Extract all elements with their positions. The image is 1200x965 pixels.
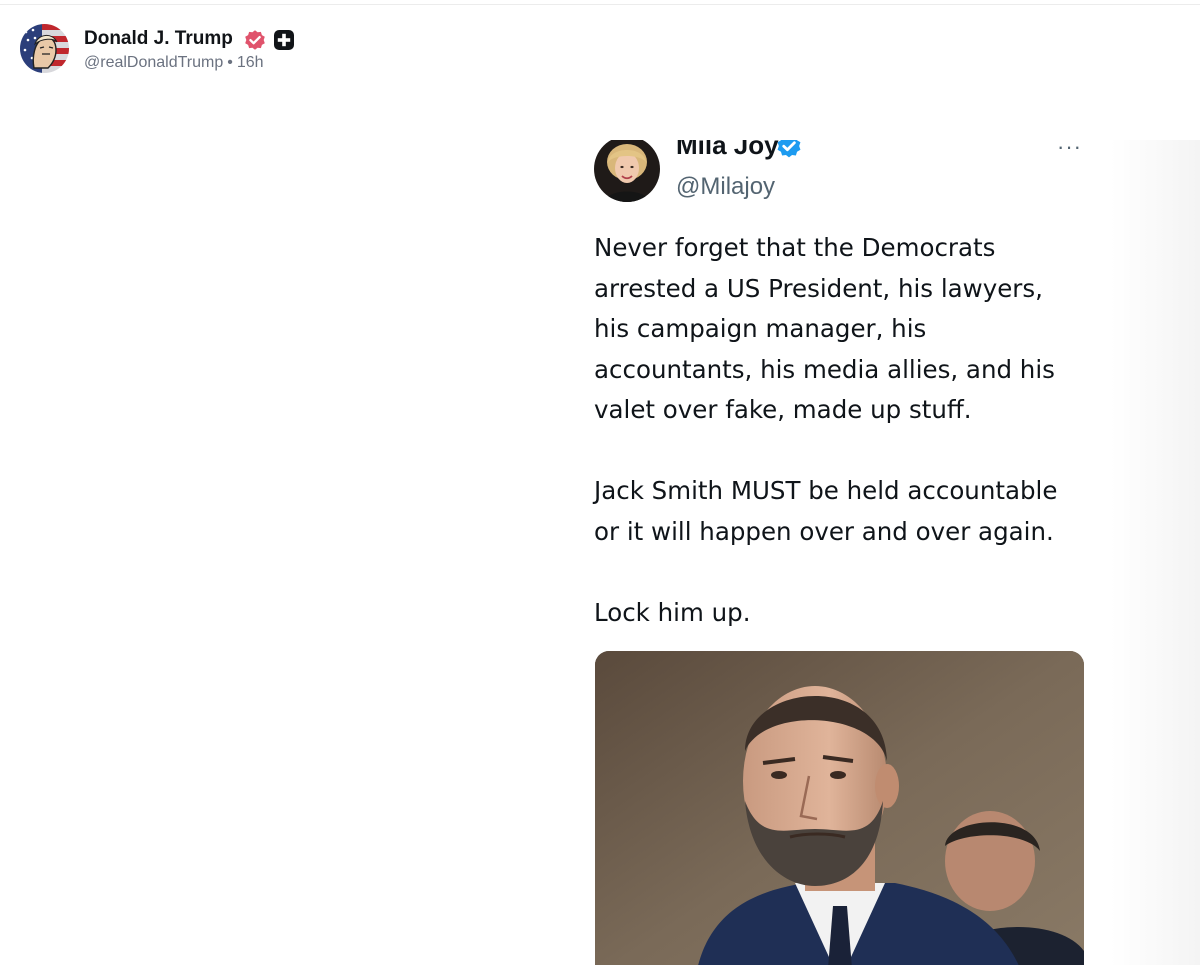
verified-badge-icon [243,28,267,52]
text-line: Never forget that the Democrats [594,233,996,262]
embedded-author-avatar [594,140,660,202]
more-options-icon: ··· [1057,140,1082,159]
plus-badge-icon [273,29,295,51]
text-line: valet over fake, made up stuff. [594,395,972,424]
embedded-post-text: Never forget that the Democrats arrested… [594,228,1094,633]
meta-separator: • [227,54,233,71]
text-line: or it will happen over and over again. [594,516,1054,546]
text-line: Lock him up. [594,597,751,627]
author-handle[interactable]: @realDonaldTrump [84,54,223,71]
post-timestamp[interactable]: 16h [237,54,264,71]
blue-verified-icon [775,140,803,160]
author-avatar[interactable] [20,24,69,73]
top-divider [0,0,1200,5]
embedded-author-handle: @Milajoy [676,173,776,200]
flag-portrait-avatar-icon [20,24,69,73]
embedded-post-image[interactable]: Mila Joy ··· @Milajoy Never forget that … [560,140,1200,965]
embedded-author-name: Mila Joy [676,140,779,160]
embedded-post-photo [595,651,1084,965]
text-line: Jack Smith MUST be held accountable [594,476,1058,505]
text-line: arrested a US President, his lawyers, [594,273,1043,303]
post-meta: @realDonaldTrump • 16h [84,54,264,72]
author-name[interactable]: Donald J. Trump [84,28,233,50]
text-line: his campaign manager, his [594,314,927,343]
text-line: accountants, his media allies, and his [594,354,1055,384]
post-page: Donald J. Trump @realDonaldTrump • 16h M… [0,0,1200,965]
